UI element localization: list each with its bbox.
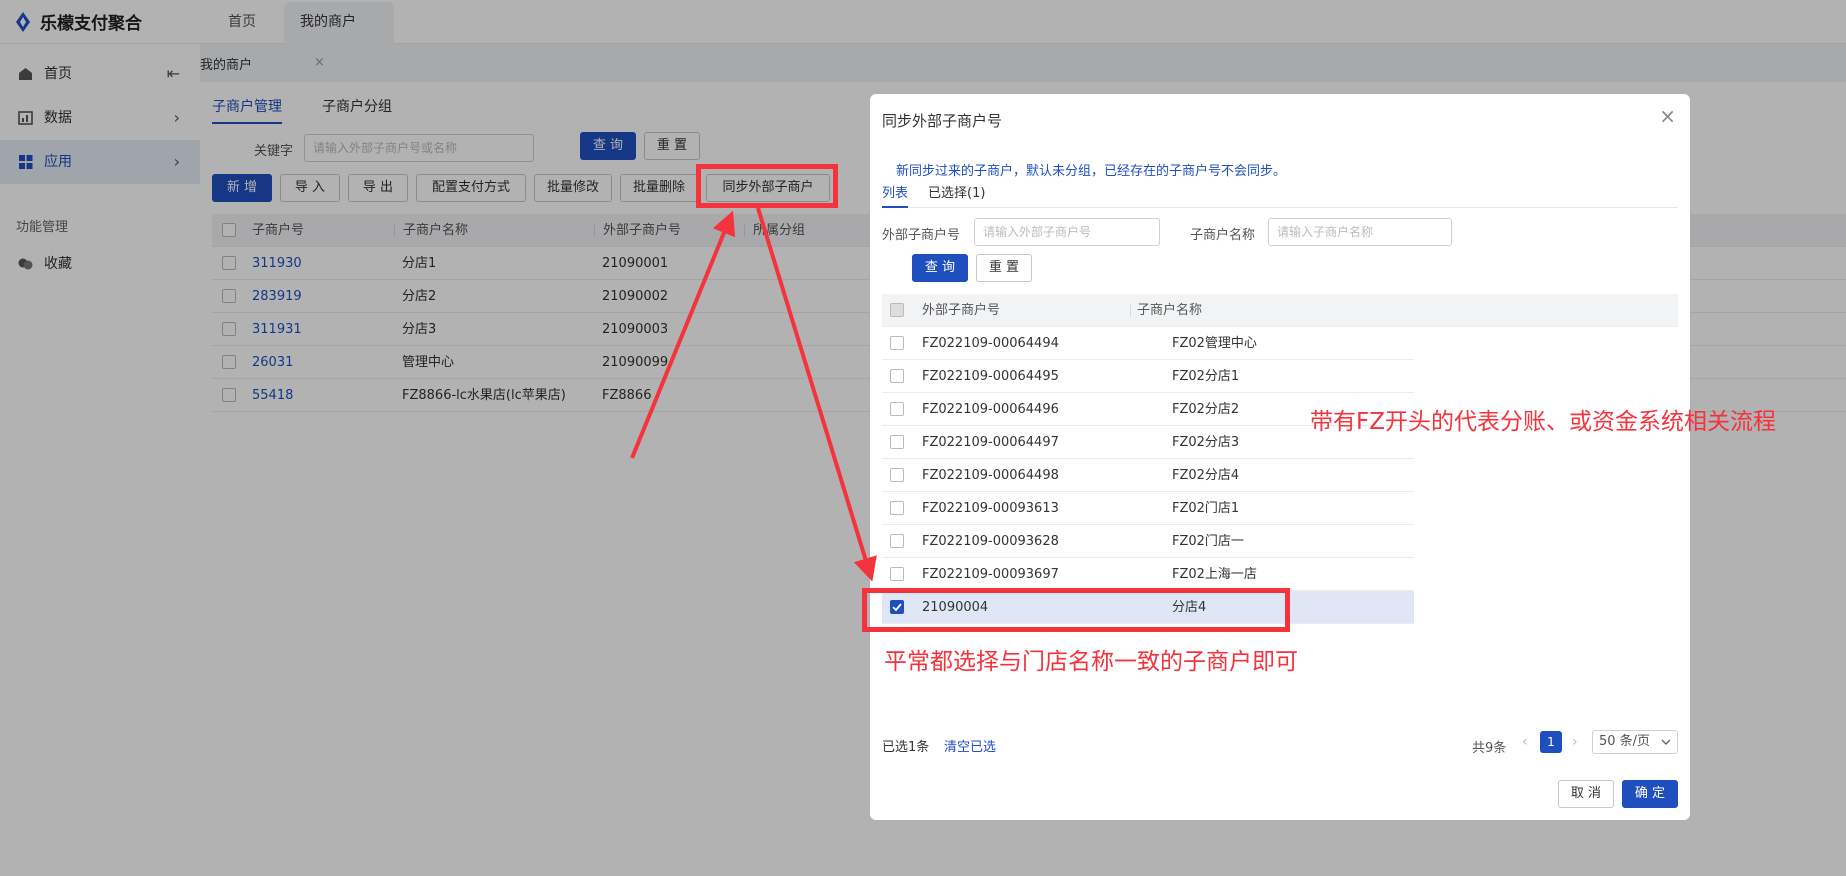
annotation-arrows <box>630 207 877 582</box>
arrow-to-sync-button <box>630 210 736 459</box>
annotation-fz-note: 带有FZ开头的代表分账、或资金系统相关流程 <box>1310 409 1776 435</box>
annotation-select-note: 平常都选择与门店名称一致的子商户即可 <box>884 649 1298 675</box>
arrow-to-selected-row <box>756 207 877 582</box>
